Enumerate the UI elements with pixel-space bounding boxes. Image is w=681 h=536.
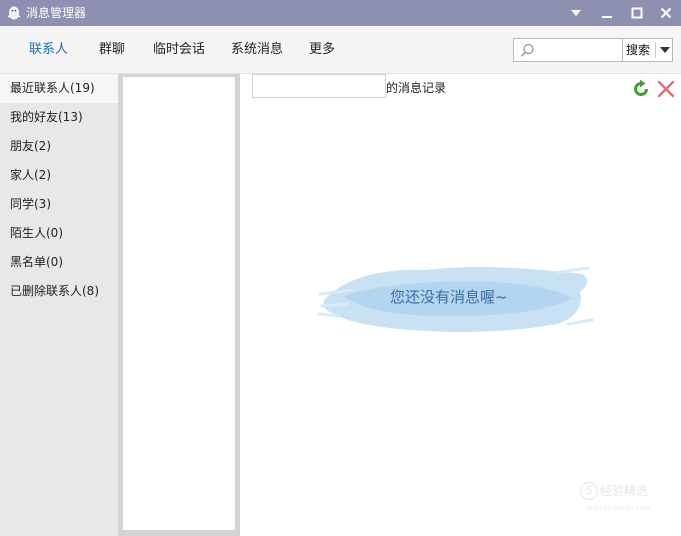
minimize-icon: [602, 16, 612, 18]
penguin-app-icon: [7, 6, 21, 20]
sidebar-item-family[interactable]: 家人(2): [0, 161, 118, 190]
search-button-divider: [655, 42, 656, 58]
tab-group-chat[interactable]: 群聊: [99, 42, 125, 58]
watermark-logo-icon: S: [580, 482, 598, 500]
search-input[interactable]: [538, 41, 620, 59]
refresh-icon[interactable]: [631, 79, 651, 99]
sidebar-item-classmates[interactable]: 同学(3): [0, 190, 118, 219]
close-button[interactable]: [657, 4, 675, 22]
search-icon: [520, 43, 534, 57]
contact-list[interactable]: [123, 77, 235, 530]
contact-list-panel: [118, 74, 240, 536]
title-bar: 消息管理器: [0, 0, 681, 26]
maximize-icon: [631, 7, 643, 19]
contact-group-sidebar: 最近联系人(19) 我的好友(13) 朋友(2) 家人(2) 同学(3) 陌生人…: [0, 74, 118, 536]
sidebar-item-blacklist[interactable]: 黑名单(0): [0, 248, 118, 277]
caret-down-icon[interactable]: [660, 47, 670, 53]
window-title: 消息管理器: [26, 6, 87, 20]
dropdown-menu-button[interactable]: [567, 4, 585, 22]
empty-message: 您还没有消息喔~: [390, 288, 508, 306]
tab-system-messages[interactable]: 系统消息: [231, 42, 283, 58]
close-icon: [660, 7, 672, 19]
sidebar-item-my-friends[interactable]: 我的好友(13): [0, 103, 118, 132]
sidebar-item-strangers[interactable]: 陌生人(0): [0, 219, 118, 248]
tab-more[interactable]: 更多: [309, 42, 335, 58]
watermark: S 经验精选 jingyan.baidu.com: [580, 480, 660, 512]
sidebar-item-friends[interactable]: 朋友(2): [0, 132, 118, 161]
search-button-label: 搜索: [626, 43, 651, 57]
sidebar-item-recent-contacts[interactable]: 最近联系人(19): [0, 74, 118, 103]
contact-name-field: [252, 74, 386, 98]
chevron-down-icon: [571, 10, 581, 16]
delete-icon[interactable]: [656, 79, 676, 99]
minimize-button[interactable]: [598, 4, 616, 22]
sidebar-item-deleted-contacts[interactable]: 已删除联系人(8): [0, 277, 118, 306]
search-button[interactable]: 搜索: [623, 38, 673, 62]
maximize-button[interactable]: [628, 4, 646, 22]
search-box: [513, 38, 623, 62]
watermark-text: 经验精选: [600, 484, 649, 498]
tab-temp-session[interactable]: 临时会话: [153, 42, 205, 58]
message-record-label: 的消息记录: [386, 81, 447, 95]
tab-contacts[interactable]: 联系人: [29, 42, 68, 58]
watermark-url: jingyan.baidu.com: [586, 504, 651, 512]
tab-bar: 联系人 群聊 临时会话 系统消息 更多 搜索: [0, 26, 681, 74]
message-record-panel: 的消息记录 您还没有消息喔~: [240, 74, 681, 536]
